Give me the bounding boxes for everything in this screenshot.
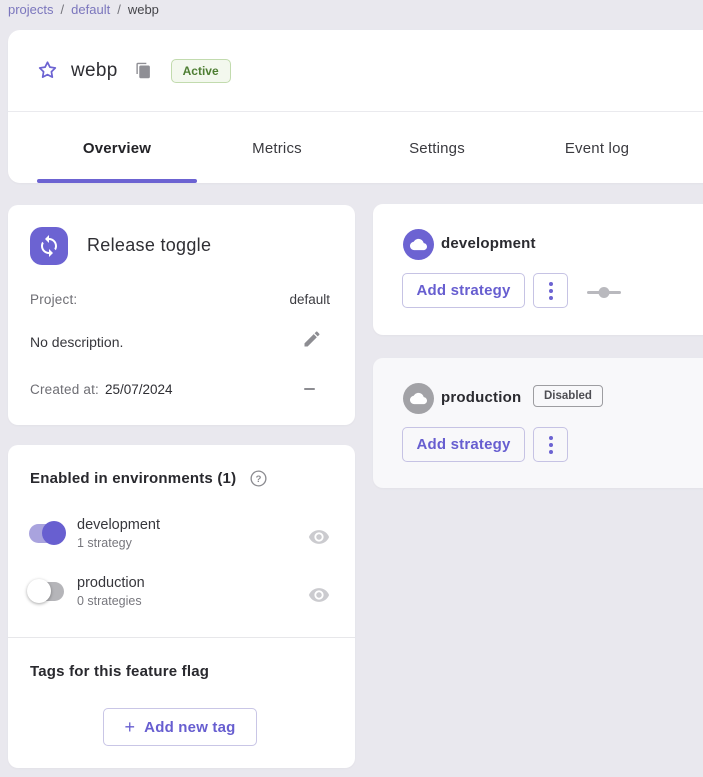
breadcrumb-separator: / xyxy=(117,2,121,17)
strategy-connector-icon xyxy=(587,286,621,299)
project-label: Project: xyxy=(30,292,77,307)
environments-title: Enabled in environments (1) xyxy=(30,470,236,487)
help-icon[interactable]: ? xyxy=(249,469,268,488)
created-at-row: Created at: 25/07/2024 xyxy=(30,382,173,397)
env-strategy-count: 1 strategy xyxy=(77,535,160,552)
add-strategy-button-production[interactable]: Add strategy xyxy=(402,427,525,462)
breadcrumb-projects[interactable]: projects xyxy=(8,2,54,17)
star-icon xyxy=(36,59,59,82)
env-name: production xyxy=(77,573,145,593)
favorite-button[interactable] xyxy=(35,59,59,83)
breadcrumb: projects / default / webp xyxy=(8,2,159,17)
app-root: projects / default / webp webp Active Ov… xyxy=(0,0,703,777)
development-env-avatar xyxy=(403,229,434,260)
breadcrumb-separator: / xyxy=(61,2,65,17)
production-toggle[interactable] xyxy=(29,582,64,601)
page-title: webp xyxy=(71,60,118,82)
plus-icon: + xyxy=(124,719,135,735)
project-value: default xyxy=(289,292,330,307)
section-divider xyxy=(8,637,355,638)
tags-title: Tags for this feature flag xyxy=(30,663,209,680)
add-strategy-button-development[interactable]: Add strategy xyxy=(402,273,525,308)
eye-icon xyxy=(308,584,330,606)
toggle-knob xyxy=(42,521,66,545)
environments-header: Enabled in environments (1) ? xyxy=(30,469,268,488)
development-panel: development Add strategy xyxy=(373,204,703,335)
disabled-badge: Disabled xyxy=(533,385,603,407)
production-panel: production Disabled Add strategy xyxy=(373,358,703,488)
tab-overview[interactable]: Overview xyxy=(37,113,197,183)
kebab-icon xyxy=(549,436,553,440)
tab-metrics[interactable]: Metrics xyxy=(197,113,357,183)
feature-header-card: webp Active Overview Metrics Settings Ev… xyxy=(8,30,703,183)
env-name: development xyxy=(77,515,160,535)
sync-icon xyxy=(37,234,61,258)
empty-value-dash xyxy=(304,388,315,390)
env-row-development: development 1 strategy xyxy=(8,514,355,560)
pencil-icon xyxy=(302,329,322,349)
tab-event-log[interactable]: Event log xyxy=(517,113,677,183)
env-texts: production 0 strategies xyxy=(77,573,145,610)
created-at-label: Created at: xyxy=(30,382,99,397)
env-texts: development 1 strategy xyxy=(77,515,160,552)
panel-env-name: production xyxy=(441,389,521,406)
flag-details-card: Release toggle Project: default No descr… xyxy=(8,205,355,425)
feature-tabs: Overview Metrics Settings Event log xyxy=(8,113,703,183)
breadcrumb-current: webp xyxy=(128,2,159,17)
preview-development-button[interactable] xyxy=(307,525,331,549)
toggle-knob xyxy=(27,579,51,603)
add-tag-label: Add new tag xyxy=(144,719,235,736)
env-strategy-count: 0 strategies xyxy=(77,593,145,610)
production-env-avatar xyxy=(403,383,434,414)
development-toggle[interactable] xyxy=(29,524,64,543)
preview-production-button[interactable] xyxy=(307,583,331,607)
copy-icon xyxy=(135,62,152,79)
copy-name-button[interactable] xyxy=(133,60,155,82)
created-at-value: 25/07/2024 xyxy=(105,382,173,397)
svg-text:?: ? xyxy=(256,474,262,485)
flag-type-label: Release toggle xyxy=(87,235,211,256)
development-menu-button[interactable] xyxy=(533,273,568,308)
add-new-tag-button[interactable]: + Add new tag xyxy=(103,708,257,746)
production-menu-button[interactable] xyxy=(533,427,568,462)
cloud-icon xyxy=(410,390,427,407)
panel-env-name: development xyxy=(441,235,536,252)
environments-card: Enabled in environments (1) ? developmen… xyxy=(8,445,355,768)
cloud-icon xyxy=(410,236,427,253)
status-badge: Active xyxy=(171,59,231,83)
release-toggle-icon xyxy=(30,227,68,265)
eye-icon xyxy=(308,526,330,548)
feature-title-row: webp Active xyxy=(8,30,703,112)
env-row-production: production 0 strategies xyxy=(8,572,355,618)
flag-description: No description. xyxy=(30,334,123,350)
kebab-icon xyxy=(549,282,553,286)
tab-settings[interactable]: Settings xyxy=(357,113,517,183)
edit-description-button[interactable] xyxy=(300,327,324,351)
breadcrumb-default[interactable]: default xyxy=(71,2,110,17)
